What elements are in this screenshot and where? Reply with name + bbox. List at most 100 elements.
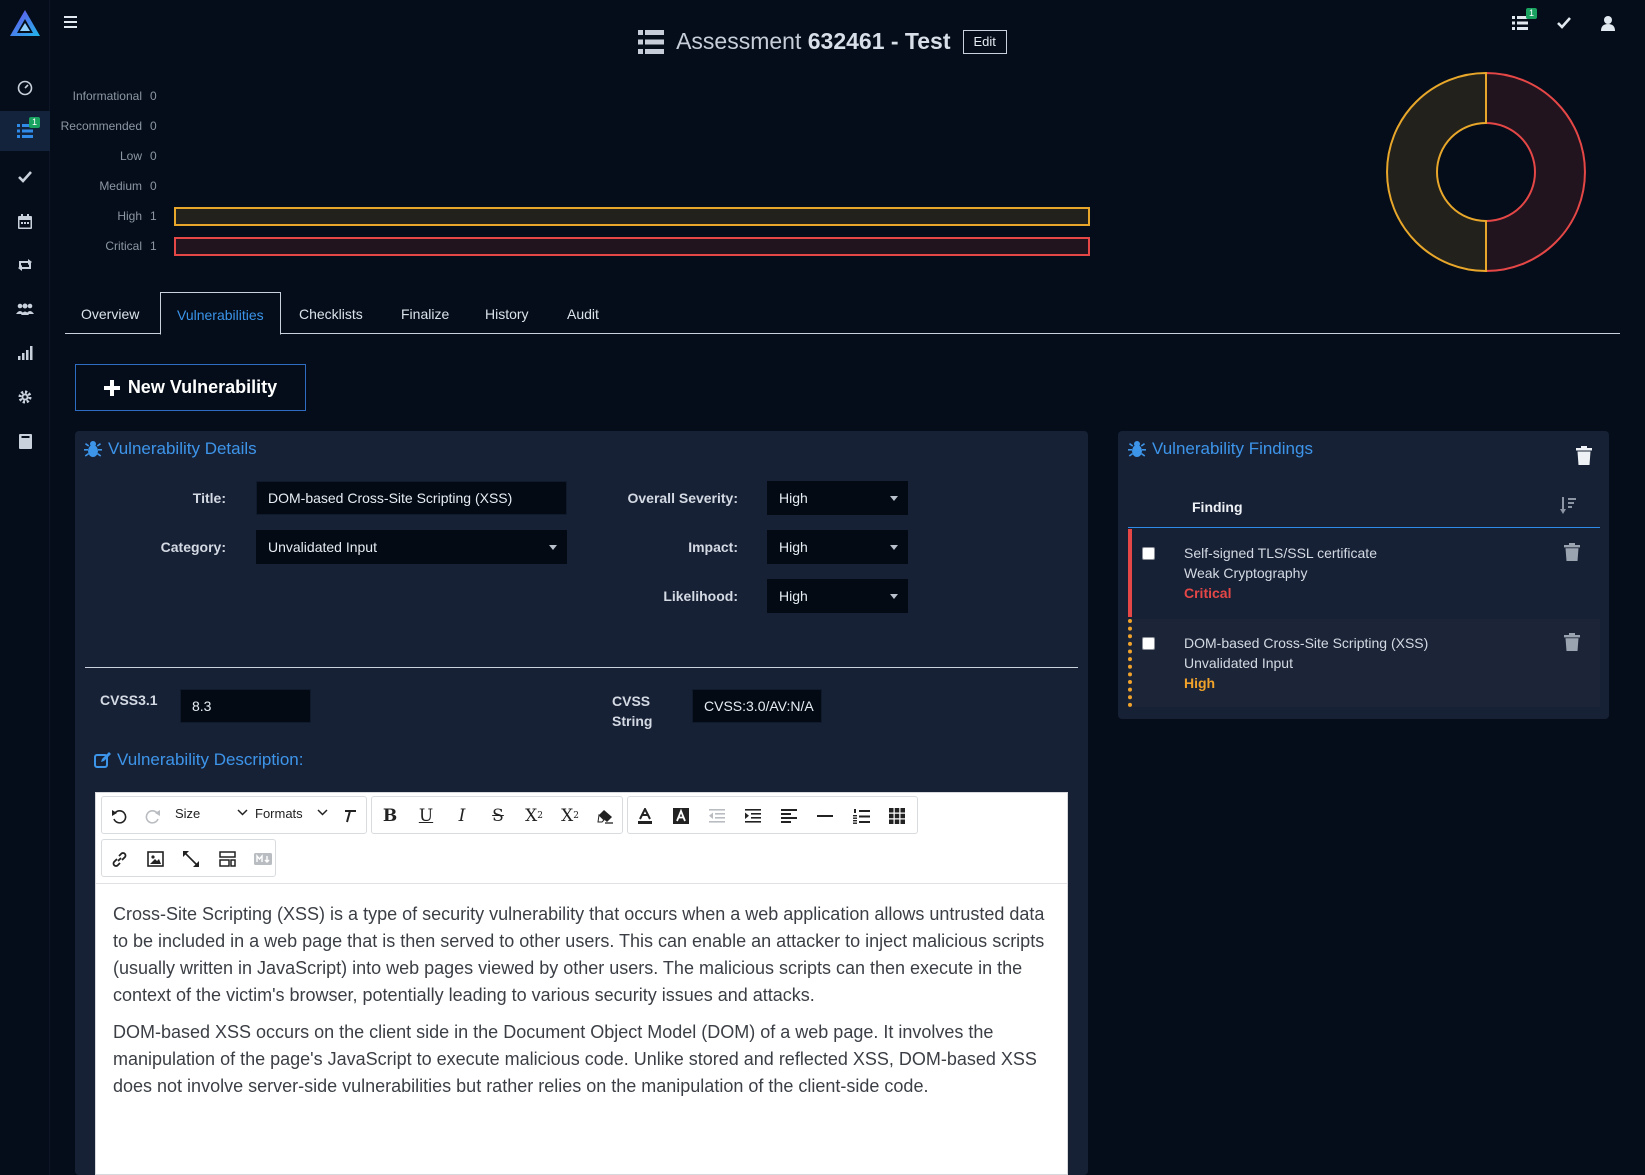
donut-slice-high bbox=[1386, 71, 1487, 273]
overall-severity-label: Overall Severity: bbox=[627, 490, 738, 506]
subscript-icon[interactable]: X2 bbox=[520, 802, 548, 830]
cvss-string-label: CVSS String bbox=[612, 691, 652, 731]
table-icon[interactable] bbox=[883, 802, 911, 830]
undo-icon[interactable] bbox=[105, 802, 133, 830]
clear-formatting-icon[interactable] bbox=[337, 802, 365, 830]
sidebar: 1 bbox=[0, 0, 50, 1175]
dashboard-icon[interactable] bbox=[0, 68, 50, 108]
chevron-down-icon bbox=[890, 496, 898, 501]
chevron-down-icon bbox=[890, 594, 898, 599]
tab-finalize[interactable]: Finalize bbox=[385, 292, 465, 334]
severity-bar bbox=[174, 207, 1090, 226]
superscript-icon[interactable]: X2 bbox=[556, 802, 584, 830]
toolbar-group-text: B U I S X2 X2 bbox=[371, 796, 623, 834]
findings-table-header: Finding bbox=[1128, 495, 1600, 528]
settings-icon[interactable] bbox=[0, 377, 50, 417]
cvss-string-label-line2: String bbox=[612, 713, 653, 729]
teams-icon[interactable] bbox=[0, 289, 50, 329]
tab-checklists[interactable]: Checklists bbox=[283, 292, 379, 334]
finding-row[interactable]: DOM-based Cross-Site Scripting (XSS) Unv… bbox=[1128, 619, 1600, 707]
bug-icon bbox=[84, 440, 102, 458]
finding-text: DOM-based Cross-Site Scripting (XSS) Unv… bbox=[1184, 633, 1428, 693]
link-icon[interactable] bbox=[105, 845, 133, 873]
image-icon[interactable] bbox=[141, 845, 169, 873]
markdown-icon[interactable] bbox=[249, 845, 277, 873]
tab-bar: Overview Vulnerabilities Checklists Fina… bbox=[65, 292, 1620, 335]
category-value: Unvalidated Input bbox=[268, 539, 377, 555]
description-editor[interactable]: Size Formats B U I S X2 X2 Cross-Site Sc… bbox=[95, 792, 1068, 1175]
severity-count: 1 bbox=[150, 239, 157, 253]
finding-row[interactable]: Self-signed TLS/SSL certificate Weak Cry… bbox=[1128, 529, 1600, 617]
horizontal-rule-icon[interactable] bbox=[811, 802, 839, 830]
book-icon[interactable] bbox=[0, 421, 50, 461]
italic-icon[interactable]: I bbox=[448, 802, 476, 830]
toolbar-group-insert bbox=[101, 839, 276, 877]
align-icon[interactable] bbox=[775, 802, 803, 830]
title-input[interactable]: DOM-based Cross-Site Scripting (XSS) bbox=[256, 481, 567, 515]
metrics-icon[interactable] bbox=[0, 333, 50, 373]
editor-content[interactable]: Cross-Site Scripting (XSS) is a type of … bbox=[113, 901, 1053, 1110]
strikethrough-icon[interactable]: S bbox=[484, 802, 512, 830]
severity-row-informational: Informational 0 bbox=[60, 86, 166, 106]
edit-icon bbox=[94, 751, 111, 769]
assessments-icon[interactable]: 1 bbox=[0, 111, 50, 151]
finding-severity-bar bbox=[1128, 619, 1132, 707]
finding-category: Weak Cryptography bbox=[1184, 565, 1308, 581]
finding-severity: Critical bbox=[1184, 585, 1232, 601]
likelihood-select[interactable]: High bbox=[767, 579, 908, 613]
size-dropdown[interactable]: Size bbox=[175, 806, 200, 821]
findings-title-text: Vulnerability Findings bbox=[1152, 439, 1313, 458]
tab-history[interactable]: History bbox=[469, 292, 545, 334]
new-vulnerability-button[interactable]: New Vulnerability bbox=[75, 364, 306, 411]
finding-checkbox[interactable] bbox=[1142, 547, 1155, 560]
outdent-icon[interactable] bbox=[703, 802, 731, 830]
donut-slice-critical bbox=[1485, 71, 1586, 273]
tab-overview[interactable]: Overview bbox=[65, 292, 155, 334]
severity-label: Critical bbox=[105, 239, 142, 253]
impact-select[interactable]: High bbox=[767, 530, 908, 564]
chevron-down-icon bbox=[890, 545, 898, 550]
description-paragraph: Cross-Site Scripting (XSS) is a type of … bbox=[113, 904, 1045, 1005]
cvss-string-input[interactable]: CVSS:3.0/AV:N/A bbox=[692, 689, 822, 723]
editor-toolbar: Size Formats B U I S X2 X2 bbox=[96, 793, 1067, 884]
calendar-icon[interactable] bbox=[0, 201, 50, 241]
edit-button[interactable]: Edit bbox=[962, 29, 1007, 54]
topbar-badge: 1 bbox=[1526, 8, 1538, 19]
trash-icon[interactable] bbox=[1564, 543, 1580, 561]
trash-icon[interactable] bbox=[1564, 633, 1580, 651]
overall-severity-select[interactable]: High bbox=[767, 481, 908, 515]
fullscreen-icon[interactable] bbox=[177, 845, 205, 873]
checklist-icon[interactable] bbox=[0, 157, 50, 197]
background-color-icon[interactable] bbox=[667, 802, 695, 830]
description-paragraph: DOM-based XSS occurs on the client side … bbox=[113, 1022, 1037, 1096]
underline-icon[interactable]: U bbox=[412, 802, 440, 830]
severity-donut-chart bbox=[1386, 71, 1586, 273]
severity-label: Low bbox=[119, 149, 142, 163]
finding-checkbox[interactable] bbox=[1142, 637, 1155, 650]
eraser-icon[interactable] bbox=[591, 802, 619, 830]
vulnerability-details-title: Vulnerability Details bbox=[84, 439, 257, 459]
indent-icon[interactable] bbox=[739, 802, 767, 830]
finding-severity: High bbox=[1184, 675, 1216, 691]
chevron-down-icon[interactable] bbox=[237, 809, 248, 816]
formats-dropdown[interactable]: Formats bbox=[255, 806, 303, 821]
category-select[interactable]: Unvalidated Input bbox=[256, 530, 567, 564]
preview-icon[interactable] bbox=[213, 845, 241, 873]
cvss-string-label-line1: CVSS bbox=[612, 693, 651, 709]
bold-icon[interactable]: B bbox=[376, 802, 404, 830]
tab-audit[interactable]: Audit bbox=[551, 292, 615, 334]
severity-count: 0 bbox=[150, 149, 157, 163]
redo-icon[interactable] bbox=[139, 802, 167, 830]
text-color-icon[interactable] bbox=[631, 802, 659, 830]
delete-all-trash-icon[interactable] bbox=[1576, 446, 1592, 465]
retest-icon[interactable] bbox=[0, 245, 50, 285]
cvss-score-input[interactable]: 8.3 bbox=[180, 689, 311, 723]
chevron-down-icon[interactable] bbox=[317, 809, 328, 816]
details-title-text: Vulnerability Details bbox=[108, 439, 257, 458]
sort-icon[interactable] bbox=[1560, 497, 1576, 515]
title-label: Title: bbox=[192, 490, 226, 506]
ordered-list-icon[interactable] bbox=[847, 802, 875, 830]
severity-row-critical: Critical 1 bbox=[60, 236, 1090, 256]
category-label: Category: bbox=[160, 539, 226, 555]
tab-vulnerabilities[interactable]: Vulnerabilities bbox=[160, 292, 281, 335]
